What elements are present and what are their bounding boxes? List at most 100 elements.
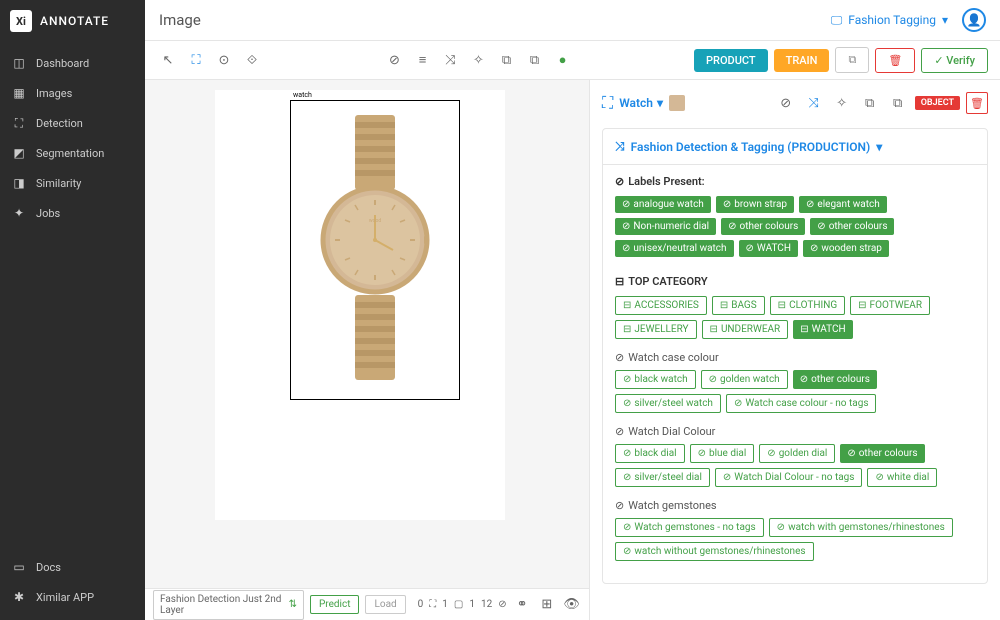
model-dropdown[interactable]: Fashion Detection Just 2nd Layer⇅: [153, 590, 304, 620]
tag-icon[interactable]: ⊘: [384, 49, 406, 71]
labels-present-header: ⊘Labels Present:: [615, 175, 975, 188]
verify-button[interactable]: ✓ Verify: [921, 48, 988, 73]
workspace-dropdown[interactable]: 🖵 Fashion Tagging ▾: [831, 13, 948, 28]
avatar[interactable]: 👤: [962, 8, 986, 32]
sidebar-item-ximilar-app[interactable]: ✱Ximilar APP: [0, 582, 145, 612]
similarity-icon: ◨: [12, 176, 26, 190]
train-button[interactable]: TRAIN: [774, 49, 830, 72]
link-icon[interactable]: ⚭: [513, 594, 532, 616]
label-tag[interactable]: ⊘ analogue watch: [615, 196, 711, 213]
details-panel: ⛶ Watch ▾ ⊘ ⤨ ✧ ⧉ ⧉ OBJECT 🗑 ⤨: [590, 80, 1000, 620]
option-tag[interactable]: ⊘ silver/steel watch: [615, 394, 721, 413]
option-tag[interactable]: ⊘ Watch Dial Colour - no tags: [715, 468, 863, 487]
sidebar-item-label: Dashboard: [36, 57, 89, 70]
product-button[interactable]: PRODUCT: [694, 49, 768, 72]
label-tag[interactable]: ⊘ Non-numeric dial: [615, 218, 716, 235]
panel-copy-icon[interactable]: ⧉: [859, 92, 881, 114]
option-tag[interactable]: ⊘ blue dial: [690, 444, 755, 463]
category-tag[interactable]: ⊟ CLOTHING: [770, 296, 845, 315]
tag-icon: ⊘: [806, 199, 814, 210]
delete-object-button[interactable]: 🗑: [966, 92, 988, 114]
bbox-label: watch: [291, 91, 314, 99]
sidebar-item-docs[interactable]: ▭Docs: [0, 552, 145, 582]
tag-icon-small: ⊘: [498, 599, 506, 610]
header: Image 🖵 Fashion Tagging ▾ 👤: [145, 0, 1000, 41]
delete-button[interactable]: 🗑: [875, 48, 915, 73]
panel-wand-icon[interactable]: ✧: [831, 92, 853, 114]
section-title: Fashion Detection & Tagging (PRODUCTION): [631, 140, 871, 154]
tag-icon: ⊘: [723, 472, 731, 483]
grid-icon[interactable]: ⊞: [537, 594, 556, 616]
tree-icon: ⊟: [623, 300, 631, 311]
sidebar-item-detection[interactable]: ⛶Detection: [0, 108, 145, 138]
label-tag[interactable]: ⊘ WATCH: [739, 240, 798, 257]
category-tag[interactable]: ⊟ ACCESSORIES: [615, 296, 707, 315]
tag-icon: ⊘: [623, 374, 631, 385]
logo-badge: Xi: [10, 10, 32, 32]
status-icon[interactable]: ●: [552, 49, 574, 71]
bbox-tool[interactable]: ⛶: [185, 49, 207, 71]
load-button[interactable]: Load: [365, 595, 405, 614]
copy-button[interactable]: ⧉: [835, 47, 869, 73]
option-tag[interactable]: ⊘ watch with gemstones/rhinestones: [769, 518, 953, 537]
option-tag[interactable]: ⊘ golden dial: [759, 444, 835, 463]
toolbar: ↖ ⛶ ⊙ ⟐ ⊘ ≡ ⤨ ✧ ⧉ ⧉ ● PRODUCT TRAIN ⧉ 🗑 …: [145, 41, 1000, 80]
category-tag[interactable]: ⊟ FOOTWEAR: [850, 296, 930, 315]
sidebar-item-similarity[interactable]: ◨ Similarity: [0, 168, 145, 198]
option-tag[interactable]: ⊘ black dial: [615, 444, 685, 463]
section-header[interactable]: ⤨ Fashion Detection & Tagging (PRODUCTIO…: [603, 129, 987, 165]
label-tag[interactable]: ⊘ brown strap: [716, 196, 794, 213]
shuffle-icon[interactable]: ⤨: [440, 49, 462, 71]
object-name[interactable]: Watch ▾: [619, 96, 663, 110]
label-tag[interactable]: ⊘ elegant watch: [799, 196, 887, 213]
option-tag[interactable]: ⊘ silver/steel dial: [615, 468, 710, 487]
category-tag[interactable]: ⊟ BAGS: [712, 296, 765, 315]
panel-paste-icon[interactable]: ⧉: [887, 92, 909, 114]
predict-button[interactable]: Predict: [310, 595, 359, 614]
paste-icon[interactable]: ⧉: [524, 49, 546, 71]
category-tag[interactable]: ⊟ UNDERWEAR: [702, 320, 789, 339]
tree-icon: ⊟: [615, 275, 624, 288]
option-tag[interactable]: ⊘ other colours: [840, 444, 924, 463]
tag-icon: ⊘: [622, 243, 630, 254]
point-tool[interactable]: ⊙: [213, 49, 235, 71]
panel-shuffle-icon[interactable]: ⤨: [803, 92, 825, 114]
sidebar: Xi ANNOTATE ◫Dashboard ▦Images ⛶Detectio…: [0, 0, 145, 620]
option-tag[interactable]: ⊘ Watch gemstones - no tags: [615, 518, 764, 537]
option-tag[interactable]: ⊘ black watch: [615, 370, 696, 389]
label-tag[interactable]: ⊘ wooden strap: [803, 240, 889, 257]
label-tag[interactable]: ⊘ other colours: [810, 218, 894, 235]
tag-icon: ⊘: [623, 546, 631, 557]
label-tag[interactable]: ⊘ unisex/neutral watch: [615, 240, 734, 257]
option-tag[interactable]: ⊘ Watch case colour - no tags: [726, 394, 877, 413]
panel-tag-icon[interactable]: ⊘: [775, 92, 797, 114]
tag-icon: ⊘: [615, 351, 624, 364]
sidebar-item-jobs[interactable]: ✦Jobs: [0, 198, 145, 228]
shuffle-icon: ⤨: [615, 139, 625, 154]
option-tag[interactable]: ⊘ watch without gemstones/rhinestones: [615, 542, 814, 561]
user-icon: 👤: [967, 13, 982, 27]
eye-icon[interactable]: 👁: [562, 594, 581, 616]
category-header: ⊘ Watch gemstones: [615, 499, 975, 512]
tag-icon: ⊘: [810, 243, 818, 254]
list-icon[interactable]: ≡: [412, 49, 434, 71]
watch-image: wood: [305, 110, 445, 385]
sidebar-item-segmentation[interactable]: ◩Segmentation: [0, 138, 145, 168]
sidebar-item-dashboard[interactable]: ◫Dashboard: [0, 48, 145, 78]
option-tag[interactable]: ⊘ golden watch: [701, 370, 788, 389]
copy-icon[interactable]: ⧉: [496, 49, 518, 71]
canvas[interactable]: watch: [145, 80, 590, 620]
label-tag[interactable]: ⊘ other colours: [721, 218, 805, 235]
logo[interactable]: Xi ANNOTATE: [0, 0, 145, 42]
sidebar-item-images[interactable]: ▦Images: [0, 78, 145, 108]
option-tag[interactable]: ⊘ white dial: [867, 468, 937, 487]
category-tag[interactable]: ⊟ WATCH: [793, 320, 852, 339]
poly-stat-icon: ▢: [454, 599, 463, 610]
polygon-tool[interactable]: ⟐: [241, 49, 263, 71]
sidebar-item-label: Segmentation: [36, 147, 104, 160]
category-tag[interactable]: ⊟ JEWELLERY: [615, 320, 697, 339]
sidebar-item-label: Similarity: [36, 177, 81, 190]
option-tag[interactable]: ⊘ other colours: [793, 370, 877, 389]
cursor-tool[interactable]: ↖: [157, 49, 179, 71]
wand-icon[interactable]: ✧: [468, 49, 490, 71]
